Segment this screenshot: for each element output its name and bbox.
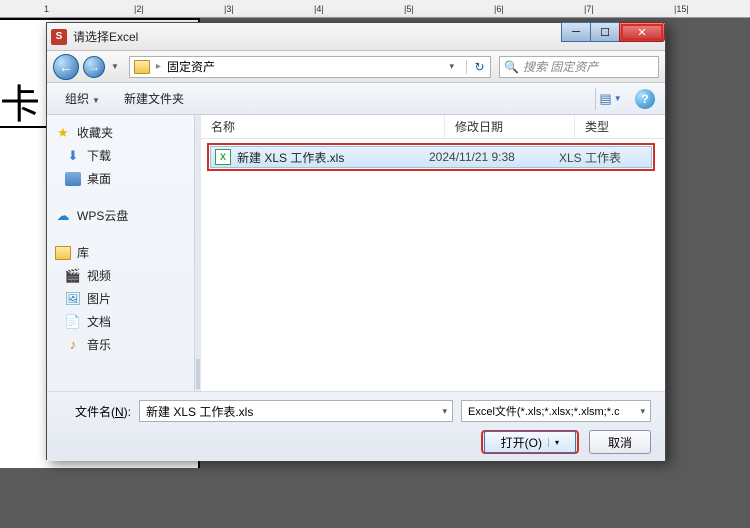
file-name: 新建 XLS 工作表.xls (237, 149, 429, 166)
organize-toolbar: 组织▼ 新建文件夹 ▤▼ ? (47, 83, 665, 115)
file-list[interactable]: X 新建 XLS 工作表.xls 2024/11/21 9:38 XLS 工作表 (201, 139, 665, 391)
refresh-button[interactable]: ↻ (466, 60, 486, 74)
document-icon: 📄 (65, 314, 81, 330)
column-type[interactable]: 类型 (575, 115, 665, 138)
breadcrumb-current[interactable]: 固定资产 (167, 58, 215, 75)
file-list-pane: 名称 修改日期 类型 X 新建 XLS 工作表.xls 2024/11/21 9… (201, 115, 665, 391)
organize-menu[interactable]: 组织▼ (57, 87, 108, 110)
search-icon: 🔍 (504, 60, 519, 74)
help-button[interactable]: ? (635, 89, 655, 109)
search-placeholder: 搜索 固定资产 (523, 58, 598, 75)
picture-icon: 🖼 (65, 291, 81, 307)
column-date[interactable]: 修改日期 (445, 115, 575, 138)
chevron-right-icon: ▸ (156, 61, 161, 72)
arrow-right-icon: → (88, 60, 100, 74)
filename-combobox[interactable]: 新建 XLS 工作表.xls (139, 400, 453, 422)
dialog-buttons: 打开(O) 取消 (61, 430, 651, 454)
sidebar-documents[interactable]: 📄 文档 (47, 310, 194, 333)
back-button[interactable]: ← (53, 54, 79, 80)
file-row-selected[interactable]: X 新建 XLS 工作表.xls 2024/11/21 9:38 XLS 工作表 (210, 146, 652, 168)
open-button-annotation: 打开(O) (481, 430, 579, 454)
file-type: XLS 工作表 (559, 149, 647, 166)
desktop-icon (65, 171, 81, 187)
sidebar-pictures[interactable]: 🖼 图片 (47, 287, 194, 310)
open-button[interactable]: 打开(O) (484, 431, 576, 453)
breadcrumb-dropdown[interactable]: ▾ (446, 61, 460, 72)
nav-toolbar: ← → ▼ ▸ 固定资产 ▾ ↻ 🔍 搜索 固定资产 (47, 51, 665, 83)
sidebar-videos[interactable]: 🎬 视频 (47, 264, 194, 287)
nav-history-dropdown[interactable]: ▼ (109, 62, 121, 71)
folder-icon (134, 60, 150, 74)
column-name[interactable]: 名称 (201, 115, 445, 138)
sidebar-desktop[interactable]: 桌面 (47, 167, 194, 190)
background-card-glyph: 卡 (0, 72, 40, 130)
search-input[interactable]: 🔍 搜索 固定资产 (499, 56, 659, 78)
arrow-left-icon: ← (59, 59, 73, 75)
dialog-body: ★ 收藏夹 ⬇ 下载 桌面 ☁ WPS云盘 库 🎬 (47, 115, 665, 391)
sidebar-downloads[interactable]: ⬇ 下载 (47, 144, 194, 167)
video-icon: 🎬 (65, 268, 81, 284)
sidebar-libraries[interactable]: 库 (47, 241, 194, 264)
maximize-button[interactable]: ☐ (590, 22, 620, 42)
places-sidebar[interactable]: ★ 收藏夹 ⬇ 下载 桌面 ☁ WPS云盘 库 🎬 (47, 115, 195, 391)
close-button[interactable]: ✕ (619, 22, 665, 42)
window-buttons: ─ ☐ ✕ (562, 22, 665, 42)
xls-file-icon: X (215, 149, 231, 165)
library-icon (55, 245, 71, 261)
star-icon: ★ (55, 125, 71, 141)
sidebar-music[interactable]: ♪ 音乐 (47, 333, 194, 356)
cancel-button[interactable]: 取消 (589, 430, 651, 454)
app-icon: S (51, 29, 67, 45)
column-headers[interactable]: 名称 修改日期 类型 (201, 115, 665, 139)
sidebar-favorites[interactable]: ★ 收藏夹 (47, 121, 194, 144)
download-icon: ⬇ (65, 148, 81, 164)
forward-button[interactable]: → (83, 56, 105, 78)
file-open-dialog: S 请选择Excel ─ ☐ ✕ ← → ▼ ▸ 固定资产 ▾ ↻ 🔍 搜索 固… (46, 22, 666, 460)
file-type-filter[interactable]: Excel文件(*.xls;*.xlsx;*.xlsm;*.c (461, 400, 651, 422)
sidebar-wps-cloud[interactable]: ☁ WPS云盘 (47, 204, 194, 227)
minimize-button[interactable]: ─ (561, 22, 591, 42)
breadcrumb-bar[interactable]: ▸ 固定资产 ▾ ↻ (129, 56, 491, 78)
highlighted-file-annotation: X 新建 XLS 工作表.xls 2024/11/21 9:38 XLS 工作表 (207, 143, 655, 171)
dialog-bottom-panel: 文件名(N): 新建 XLS 工作表.xls Excel文件(*.xls;*.x… (47, 391, 665, 461)
file-date: 2024/11/21 9:38 (429, 150, 559, 164)
dialog-title: 请选择Excel (73, 28, 138, 45)
cloud-icon: ☁ (55, 208, 71, 224)
titlebar[interactable]: S 请选择Excel ─ ☐ ✕ (47, 23, 665, 51)
ruler: 1|2||3||4||5||6||7||15| (0, 0, 750, 18)
music-icon: ♪ (65, 337, 81, 353)
view-options-button[interactable]: ▤▼ (595, 88, 625, 110)
filename-row: 文件名(N): 新建 XLS 工作表.xls Excel文件(*.xls;*.x… (61, 400, 651, 422)
filename-label: 文件名(N): (61, 403, 131, 420)
new-folder-button[interactable]: 新建文件夹 (116, 87, 192, 110)
